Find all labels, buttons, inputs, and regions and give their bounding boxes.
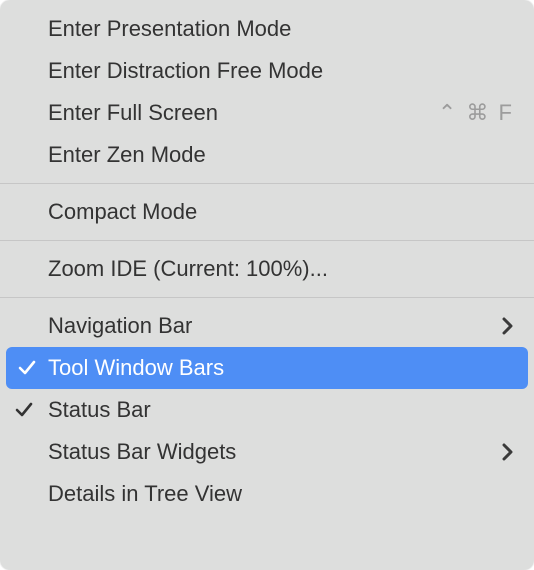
menu-item-status-bar-widgets[interactable]: Status Bar Widgets	[0, 431, 534, 473]
menu-item-label: Compact Mode	[48, 199, 514, 225]
checkmark-icon	[6, 359, 48, 377]
menu-item-compact-mode[interactable]: Compact Mode	[0, 191, 534, 233]
menu-item-details-in-tree-view[interactable]: Details in Tree View	[0, 473, 534, 515]
menu-group: Zoom IDE (Current: 100%)...	[0, 248, 534, 290]
menu-item-shortcut: ⌃ ⌘ F	[438, 100, 514, 126]
menu-group: Compact Mode	[0, 191, 534, 233]
menu-item-label: Zoom IDE (Current: 100%)...	[48, 256, 514, 282]
menu-item-navigation-bar[interactable]: Navigation Bar	[0, 305, 534, 347]
view-menu: Enter Presentation Mode Enter Distractio…	[0, 0, 534, 570]
menu-separator	[0, 183, 534, 184]
menu-item-enter-full-screen[interactable]: Enter Full Screen ⌃ ⌘ F	[0, 92, 534, 134]
menu-item-enter-presentation-mode[interactable]: Enter Presentation Mode	[0, 8, 534, 50]
menu-group: Navigation Bar Tool Window Bars Status B…	[0, 305, 534, 515]
menu-item-label: Status Bar Widgets	[48, 439, 502, 465]
chevron-right-icon	[502, 317, 514, 335]
chevron-right-icon	[502, 443, 514, 461]
menu-item-tool-window-bars[interactable]: Tool Window Bars	[6, 347, 528, 389]
menu-item-zoom-ide[interactable]: Zoom IDE (Current: 100%)...	[0, 248, 534, 290]
menu-group: Enter Presentation Mode Enter Distractio…	[0, 8, 534, 176]
menu-item-label: Enter Zen Mode	[48, 142, 514, 168]
menu-item-enter-zen-mode[interactable]: Enter Zen Mode	[0, 134, 534, 176]
menu-item-label: Details in Tree View	[48, 481, 514, 507]
menu-item-label: Enter Distraction Free Mode	[48, 58, 514, 84]
menu-item-label: Enter Presentation Mode	[48, 16, 514, 42]
menu-item-label: Enter Full Screen	[48, 100, 426, 126]
menu-separator	[0, 297, 534, 298]
menu-item-label: Status Bar	[48, 397, 514, 423]
checkmark-icon	[0, 401, 48, 419]
menu-item-label: Navigation Bar	[48, 313, 502, 339]
menu-separator	[0, 240, 534, 241]
menu-item-status-bar[interactable]: Status Bar	[0, 389, 534, 431]
menu-item-label: Tool Window Bars	[48, 355, 508, 381]
menu-item-enter-distraction-free-mode[interactable]: Enter Distraction Free Mode	[0, 50, 534, 92]
